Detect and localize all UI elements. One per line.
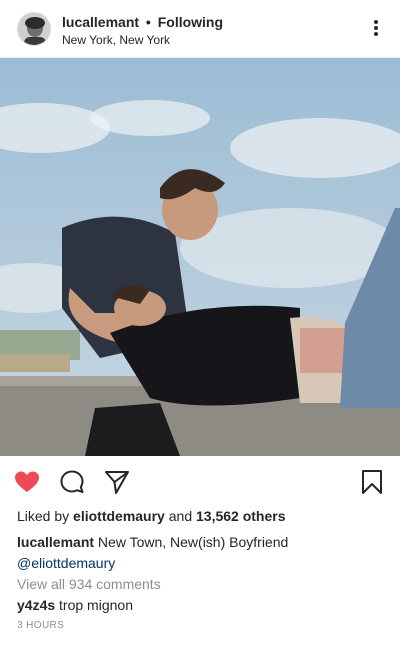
likes-others-link[interactable]: 13,562 others: [196, 508, 286, 524]
view-all-comments-link[interactable]: View all 934 comments: [17, 576, 161, 592]
separator: •: [145, 14, 151, 30]
post-timestamp[interactable]: 3 HOURS: [17, 620, 64, 631]
action-bar: [0, 456, 400, 506]
username-link[interactable]: lucallemant: [62, 14, 139, 30]
likes-conjunction: and: [168, 508, 193, 524]
post-photo[interactable]: [0, 58, 400, 456]
caption-username-link[interactable]: lucallemant: [17, 534, 94, 550]
avatar[interactable]: [17, 12, 51, 46]
liker-link[interactable]: eliottdemaury: [73, 508, 165, 524]
heart-icon[interactable]: [13, 468, 41, 496]
caption: lucallemant New Town, New(ish) Boyfriend…: [17, 532, 387, 574]
comment-username-link[interactable]: y4z4s: [17, 597, 55, 613]
share-icon[interactable]: [103, 468, 131, 496]
comment-item: y4z4s trop mignon: [17, 597, 133, 613]
more-options-icon[interactable]: [368, 17, 384, 41]
likes-summary: Liked by eliottdemaury and 13,562 others: [17, 508, 286, 524]
location-link[interactable]: New York, New York: [62, 33, 170, 47]
bookmark-icon[interactable]: [358, 468, 386, 496]
username-line: lucallemant • Following: [62, 14, 223, 30]
likes-prefix: Liked by: [17, 508, 70, 524]
caption-text: New Town, New(ish) Boyfriend: [97, 534, 289, 550]
comment-icon[interactable]: [58, 468, 86, 496]
post-header: lucallemant • Following New York, New Yo…: [0, 0, 400, 58]
following-button[interactable]: Following: [158, 14, 223, 30]
comment-text: trop mignon: [59, 597, 133, 613]
caption-mention-link[interactable]: @eliottdemaury: [17, 553, 387, 574]
